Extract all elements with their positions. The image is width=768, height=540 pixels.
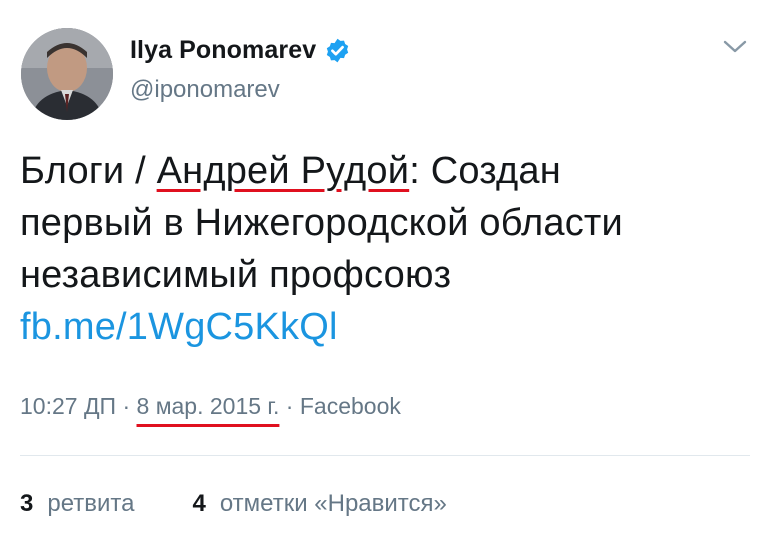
tweet-text-suffix: : Создан [409,150,561,192]
avatar[interactable] [21,28,113,120]
meta-separator: · [279,393,300,419]
likes-count: 4 [192,490,206,517]
retweets-label: ретвита [47,490,135,517]
tweet-text-prefix: Блоги / [20,150,157,192]
meta-separator: · [116,393,137,419]
author-handle[interactable]: @iponomarev [130,76,280,104]
highlighted-name: Андрей Рудой [156,150,410,192]
tweet-link[interactable]: fb.me/1WgC5KkQl [20,301,750,353]
tweet-stats: 3 ретвита 4 отметки «Нравится» [20,490,447,518]
author-name[interactable]: Ilya Ponomarev [130,36,351,65]
tweet-date[interactable]: 8 мар. 2015 г. [137,393,280,419]
tweet-text-line-2: первый в Нижегородской области [20,202,623,244]
tweet-card: Ilya Ponomarev @iponomarev Блоги / Андре… [0,0,768,540]
retweets-stat[interactable]: 3 ретвита [20,490,134,518]
tweet-text: Блоги / Андрей Рудой: Создан первый в Ни… [20,145,750,353]
author-name-text: Ilya Ponomarev [130,36,317,64]
avatar-photo [21,28,113,120]
tweet-text-line-1: Блоги / Андрей Рудой: Создан [20,145,750,197]
divider [20,455,750,456]
tweet-meta: 10:27 ДП · 8 мар. 2015 г. · Facebook [20,393,401,420]
likes-stat[interactable]: 4 отметки «Нравится» [192,490,446,518]
retweets-count: 3 [20,490,34,517]
likes-label: отметки «Нравится» [219,490,447,517]
chevron-down-icon[interactable] [722,38,748,56]
verified-badge-icon [327,38,349,63]
tweet-source[interactable]: Facebook [300,393,401,419]
tweet-text-line-3: независимый профсоюз [20,254,452,296]
tweet-time: 10:27 ДП [20,393,117,419]
